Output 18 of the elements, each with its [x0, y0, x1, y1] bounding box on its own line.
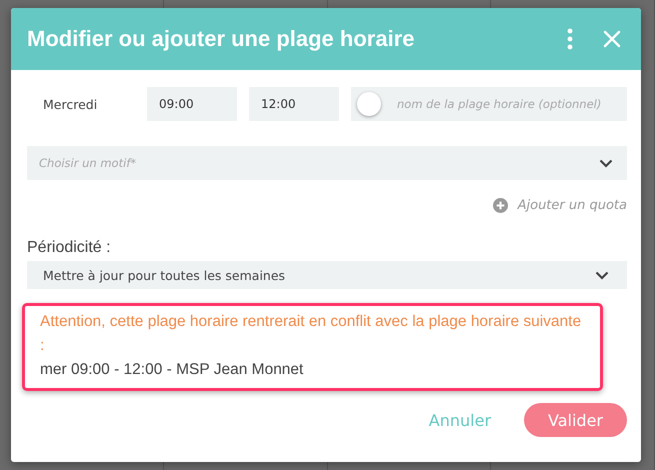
periodicity-label: Périodicité :: [27, 239, 112, 257]
motif-select[interactable]: Choisir un motif*: [27, 146, 627, 180]
cancel-button[interactable]: Annuler: [428, 403, 492, 437]
warning-message: Attention, cette plage horaire rentrerait en conflit avec la plage horaire suivante :: [40, 312, 582, 356]
day-label: Mercredi: [42, 96, 98, 112]
conflict-slot-text: mer 09:00 - 12:00 - MSP Jean Monnet: [40, 360, 304, 380]
periodicity-select[interactable]: Mettre à jour pour toutes les semaines: [27, 261, 627, 289]
add-quota-link[interactable]: Ajouter un quota: [518, 198, 627, 213]
plus-circle-icon[interactable]: [492, 198, 508, 213]
close-icon[interactable]: [603, 30, 621, 48]
chevron-down-icon: [595, 270, 609, 280]
more-options-icon[interactable]: [567, 28, 573, 50]
start-time-field[interactable]: 09:00: [147, 87, 237, 121]
end-time-field[interactable]: 12:00: [249, 87, 339, 121]
chevron-down-icon: [599, 158, 613, 168]
slot-name-field[interactable]: nom de la plage horaire (optionnel): [351, 87, 627, 121]
dialog-title: Modifier ou ajouter une plage horaire: [27, 26, 416, 52]
validate-button[interactable]: Valider: [524, 403, 627, 437]
